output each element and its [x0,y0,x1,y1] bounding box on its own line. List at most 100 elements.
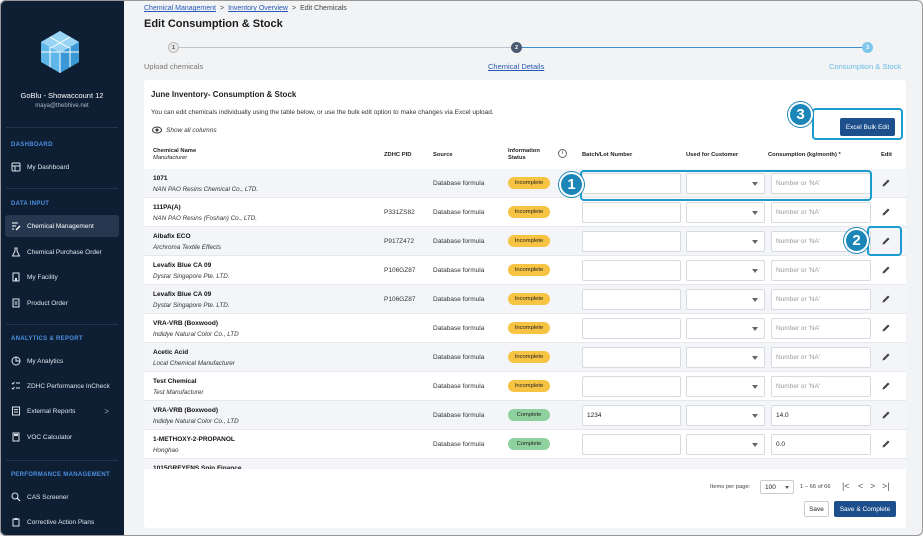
used-for-customer-select[interactable] [686,289,765,310]
sidebar-item-my-analytics[interactable]: My Analytics [5,350,119,372]
breadcrumb: Chemical Management > Inventory Overview… [144,5,347,12]
callout-highlight-edit [867,226,902,256]
chevron-down-icon [752,327,758,331]
items-per-page-value: 100 [765,483,776,491]
used-for-customer-select[interactable] [686,202,765,223]
used-for-customer-select[interactable] [686,260,765,281]
step-2-label[interactable]: Chemical Details [488,62,544,71]
batch-lot-input[interactable] [582,318,681,339]
consumption-input[interactable]: Number or 'NA' [771,376,871,397]
consumption-input[interactable]: Number or 'NA' [771,347,871,368]
source: Database formula [433,354,485,361]
section-performance: PERFORMANCE MANAGEMENT [11,472,110,478]
chevron-down-icon [752,240,758,244]
pencil-icon[interactable] [881,178,891,188]
consumption-input[interactable]: Number or 'NA' [771,289,871,310]
source: Database formula [433,325,485,332]
card-title: June Inventory- Consumption & Stock [151,90,297,99]
pencil-icon[interactable] [881,294,891,304]
batch-lot-input[interactable] [582,289,681,310]
manufacturer-name: NAN PAO Resins (Foshan) Co., LTD. [153,215,258,222]
batch-lot-input[interactable] [582,434,681,455]
sidebar-item-my-dashboard[interactable]: My Dashboard [5,156,119,178]
prev-page-icon[interactable]: < [858,481,863,491]
items-per-page-select[interactable]: 100 [760,480,794,494]
pencil-icon[interactable] [881,207,891,217]
breadcrumb-inventory-overview[interactable]: Inventory Overview [228,5,288,12]
sidebar-item-zdhc-performance[interactable]: ZDHC Performance InCheck [5,375,119,397]
batch-lot-input[interactable] [582,376,681,397]
pie-chart-icon [11,356,21,366]
batch-lot-input[interactable] [582,231,681,252]
sidebar-item-voc-calculator[interactable]: VOC Calculator [5,426,119,448]
manufacturer-name: Dystar Singapore Pte. LTD. [153,273,230,280]
save-button[interactable]: Save [804,501,829,517]
breadcrumb-chemical-management[interactable]: Chemical Management [144,5,216,12]
consumption-input[interactable]: 0.0 [771,434,871,455]
sidebar-item-label: VOC Calculator [27,433,73,441]
callout-highlight-bulk [812,108,903,140]
table-row: Test Chemical Test Manufacturer Database f… [144,372,906,401]
batch-lot-input[interactable] [582,202,681,223]
consumption-input[interactable]: Number or 'NA' [771,260,871,281]
show-all-columns-label: Show all columns [166,126,217,134]
chemical-name: Test Chemical [153,378,197,385]
page-title: Edit Consumption & Stock [144,18,283,30]
account-email: maya@thebhive.net [35,103,89,109]
stepper-line [522,47,862,48]
sidebar-item-my-facility[interactable]: My Facility [5,266,119,288]
building-icon [12,272,20,282]
header-edit: Edit [881,152,892,158]
chevron-down-icon [752,414,758,418]
sidebar-item-corrective-action-plans[interactable]: Corrective Action Plans [5,511,119,533]
batch-lot-input[interactable] [582,347,681,368]
sidebar-item-label: CAS Screener [27,493,69,501]
step-3-dot[interactable]: 3 [862,42,873,53]
pencil-icon[interactable] [881,381,891,391]
sidebar-item-external-reports[interactable]: External Reports > [5,400,119,422]
consumption-input[interactable]: 14.0 [771,405,871,426]
sidebar-item-chemical-management[interactable]: Chemical Management [5,215,119,237]
chevron-right-icon: > [104,406,109,416]
save-and-complete-button[interactable]: Save & Complete [834,501,896,517]
pencil-icon[interactable] [881,410,891,420]
pencil-icon[interactable] [881,265,891,275]
used-for-customer-select[interactable] [686,376,765,397]
batch-lot-input[interactable]: 1234 [582,405,681,426]
step-2-dot[interactable]: 2 [511,42,522,53]
next-page-icon[interactable]: > [870,481,875,491]
manufacturer-name: Honghao [153,447,179,454]
info-icon[interactable]: i [558,149,567,158]
consumption-input[interactable]: Number or 'NA' [771,318,871,339]
used-for-customer-select[interactable] [686,347,765,368]
pagination-range: 1 – 66 of 66 [800,484,831,490]
chemical-name: Levafix Blue CA 09 [153,262,212,269]
last-page-icon[interactable]: >| [882,481,890,491]
consumption-input[interactable]: Number or 'NA' [771,202,871,223]
card-description: You can edit chemicals individually usin… [151,109,494,116]
show-all-columns-toggle[interactable]: Show all columns [152,126,217,134]
section-data-input: DATA INPUT [11,201,50,207]
sidebar-item-chemical-purchase-order[interactable]: Chemical Purchase Order [5,241,119,263]
first-page-icon[interactable]: |< [842,481,850,491]
callout-badge-3: 3 [788,102,813,127]
used-for-customer-select[interactable] [686,318,765,339]
step-1-dot[interactable]: 1 [168,42,179,53]
sidebar-item-label: Corrective Action Plans [27,518,95,526]
pencil-icon[interactable] [881,323,891,333]
pencil-icon[interactable] [881,439,891,449]
used-for-customer-select[interactable] [686,434,765,455]
sidebar: GoBlu - Showaccount 12 maya@thebhive.net… [0,0,124,536]
zdhc-pid: P331ZS82 [384,209,415,216]
sidebar-item-product-order[interactable]: Product Order [5,292,119,314]
source: Database formula [433,209,485,216]
sidebar-item-cas-screener[interactable]: CAS Screener [5,486,119,508]
report-icon [12,406,20,416]
pencil-icon[interactable] [881,352,891,362]
used-for-customer-select[interactable] [686,405,765,426]
goblu-logo [41,31,79,73]
sidebar-item-label: External Reports [27,407,76,415]
used-for-customer-select[interactable] [686,231,765,252]
step-1-label[interactable]: Upload chemicals [144,62,203,71]
batch-lot-input[interactable] [582,260,681,281]
